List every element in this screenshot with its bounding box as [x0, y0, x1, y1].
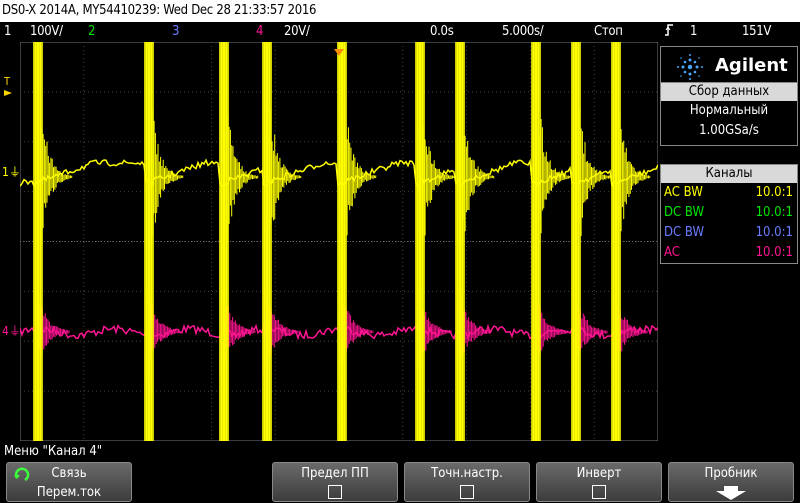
probe-softkey[interactable]: Пробник: [668, 462, 794, 502]
run-state: Стоп: [594, 24, 623, 39]
trigger-position-marker[interactable]: [334, 42, 344, 61]
ch4-scale[interactable]: 20V/: [284, 22, 310, 42]
channels-panel[interactable]: Каналы AC BW 10.0:1 DC BW 10.0:1 DC BW 1…: [660, 164, 798, 264]
bw-limit-softkey[interactable]: Предел ПП: [272, 462, 398, 502]
trigger-source[interactable]: 1: [690, 22, 697, 42]
ch2-number[interactable]: 2: [88, 22, 95, 42]
agilent-logo-icon: [677, 54, 703, 80]
trigger-marker-arrow-icon: [4, 90, 12, 96]
ch1-number[interactable]: 1: [4, 22, 11, 42]
ch4-number[interactable]: 4: [256, 22, 263, 42]
channel-coupling: DC BW: [664, 205, 705, 220]
channel-row-3: DC BW 10.0:1: [661, 223, 797, 243]
fine-softkey[interactable]: Точн.настр.: [404, 462, 530, 502]
trigger-level-marker[interactable]: T: [4, 76, 12, 98]
ch3-number[interactable]: 3: [172, 22, 179, 42]
coupling-value: Перем.ток: [36, 485, 102, 500]
window-title: DS0-X 2014A, MY54410239: Wed Dec 28 21:3…: [0, 0, 800, 22]
ch1-ground-marker[interactable]: 1⏚: [2, 163, 21, 180]
acquisition-header: Сбор данных: [661, 83, 797, 101]
ch4-marker-label: 4: [2, 324, 9, 338]
probe-label: Пробник: [704, 466, 758, 481]
channel-row-2: DC BW 10.0:1: [661, 203, 797, 223]
probe-down-arrow-icon: [716, 486, 746, 500]
timebase[interactable]: 5.000s/: [502, 22, 544, 42]
channels-header: Каналы: [661, 165, 797, 183]
sample-rate: 1.00GSa/s: [699, 123, 759, 138]
brand-name: Agilent: [715, 55, 788, 76]
channel-row-4: AC 10.0:1: [661, 243, 797, 263]
fine-label: Точн.настр.: [431, 466, 503, 481]
menu-title: Меню "Канал 4": [4, 444, 103, 459]
horizontal-delay[interactable]: 0.0s: [430, 22, 454, 42]
ch4-ground-marker[interactable]: 4⏚: [2, 322, 21, 339]
invert-softkey[interactable]: Инверт: [536, 462, 662, 502]
acquisition-mode: Нормальный: [689, 103, 769, 118]
channel-coupling: AC BW: [664, 185, 703, 200]
trigger-level[interactable]: 151V: [742, 22, 771, 42]
invert-label: Инверт: [576, 466, 622, 481]
channel-coupling: DC BW: [664, 225, 705, 240]
ch1-marker-label: 1: [2, 165, 9, 179]
fine-checkbox[interactable]: [460, 485, 474, 499]
invert-checkbox[interactable]: [592, 485, 606, 499]
ground-icon: ⏚: [8, 165, 21, 179]
ground-icon: ⏚: [8, 324, 21, 338]
channel-coupling: AC: [664, 245, 680, 260]
coupling-softkey[interactable]: Связь Перем.ток: [6, 462, 132, 502]
probe-ratio: 10.0:1: [755, 225, 793, 240]
coupling-label: Связь: [51, 466, 87, 481]
probe-ratio: 10.0:1: [755, 205, 793, 220]
bw-limit-checkbox[interactable]: [328, 485, 342, 499]
trigger-marker-label: T: [4, 75, 11, 88]
probe-ratio: 10.0:1: [755, 245, 793, 260]
probe-ratio: 10.0:1: [755, 185, 793, 200]
acquisition-panel[interactable]: Сбор данных Нормальный 1.00GSa/s: [660, 82, 798, 146]
bw-limit-label: Предел ПП: [301, 466, 369, 481]
waveform-display[interactable]: [19, 41, 659, 442]
right-info-panel: Agilent Сбор данных Нормальный 1.00GSa/s…: [660, 42, 800, 442]
status-bar: 1 100V/ 2 3 4 20V/ 0.0s 5.000s/ Стоп 1 1…: [0, 22, 800, 42]
channel-row-1: AC BW 10.0:1: [661, 183, 797, 203]
agilent-logo: Agilent: [660, 46, 798, 86]
ch1-scale[interactable]: 100V/: [30, 22, 63, 42]
